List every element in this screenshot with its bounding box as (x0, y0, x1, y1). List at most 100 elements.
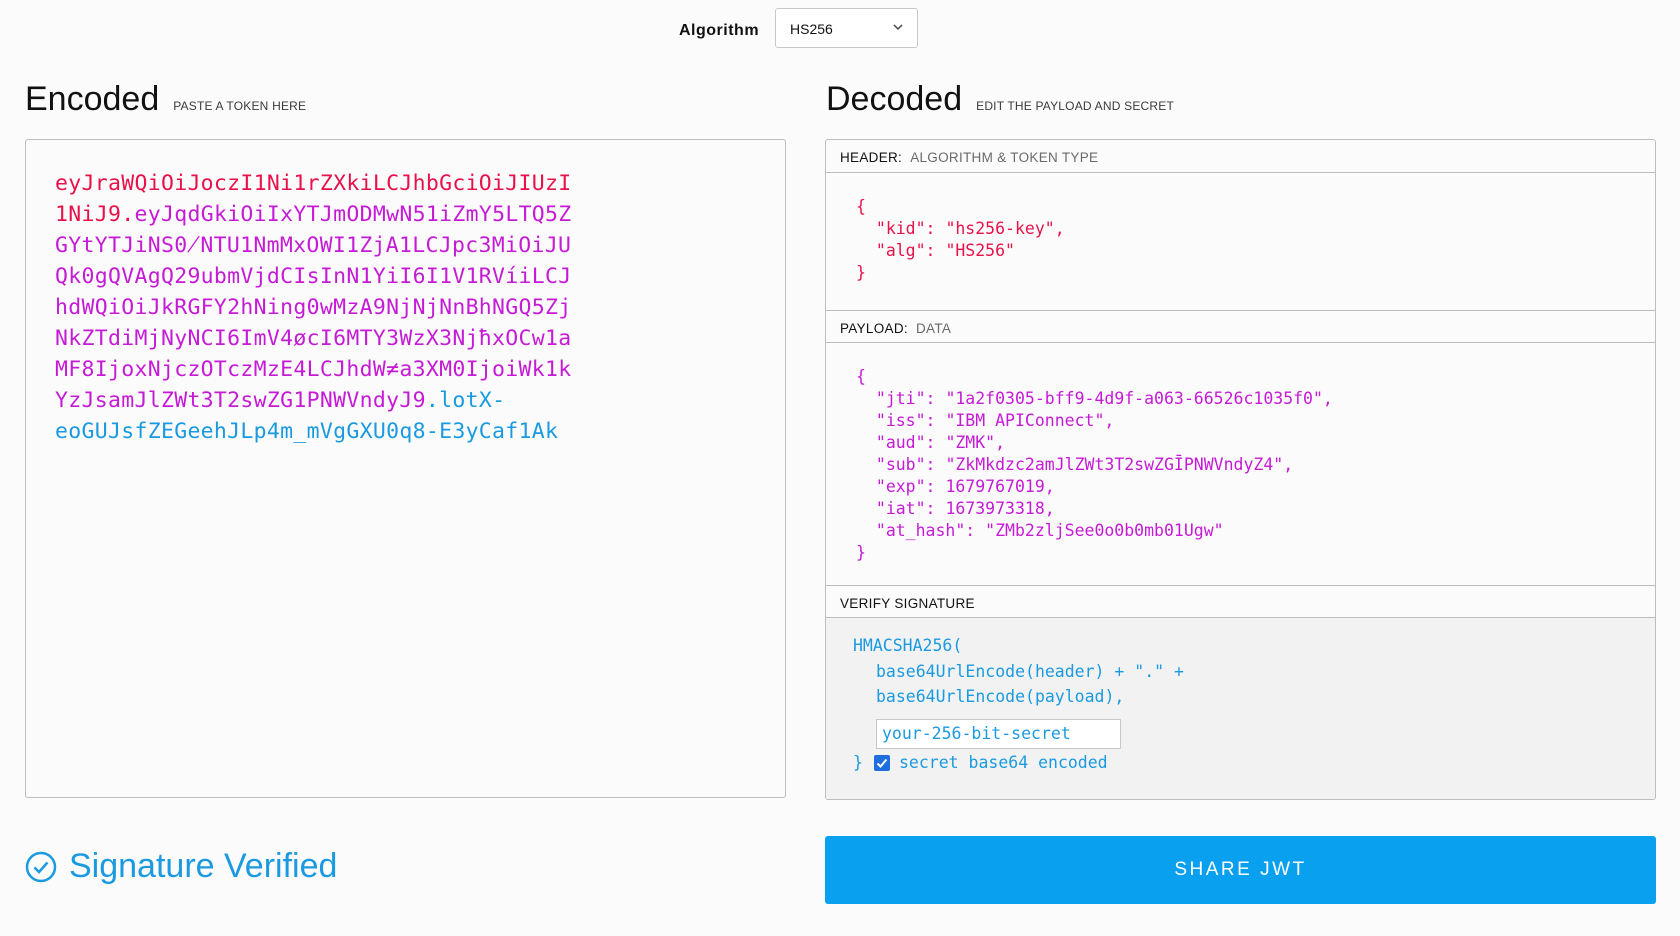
json-value: "ZMb2zljSee0o0b0mb01Ugw" (985, 521, 1224, 540)
json-key: sub (885, 455, 916, 474)
base64-encoded-label: secret base64 encoded (899, 753, 1108, 772)
decoded-panel: HEADER: ALGORITHM & TOKEN TYPE { "kid": … (825, 139, 1656, 800)
json-quote: " (856, 477, 886, 496)
json-colon: ": (915, 477, 946, 496)
encoded-token-text: eyJraWQiOiJoczI1Ni1rZXkiLCJhbGciOiJIUzI 1… (55, 168, 755, 447)
json-colon: ": (915, 499, 946, 518)
token-segment-sig: .lotX- (425, 388, 506, 413)
token-line: NkZTdiMjNyNCI6ImV4øcI6MTY3WzX3NjħxOCw1a (55, 323, 755, 354)
header-json-editor[interactable]: { "kid": "hs256-key", "alg": "HS256"} (856, 196, 1065, 284)
token-segment-payload: NkZTdiMjNyNCI6ImV4øcI6MTY3WzX3NjħxOCw1a (55, 326, 572, 351)
json-key: kid (885, 219, 916, 238)
json-colon: ": (915, 219, 946, 238)
token-segment-header: 1NiJ9 (55, 202, 122, 227)
encoded-token-input[interactable]: eyJraWQiOiJoczI1Ni1rZXkiLCJhbGciOiJIUzI 1… (25, 139, 786, 798)
json-value: 1679767019, (945, 477, 1055, 496)
token-segment-header: eyJraWQiOiJoczI1Ni1rZXkiLCJhbGciOiJIUzI (55, 171, 572, 196)
chevron-down-icon (893, 24, 903, 31)
signature-verified-text: Signature Verified (69, 847, 338, 885)
hmac-function-close: } (853, 753, 863, 772)
json-colon: ": (915, 389, 946, 408)
algorithm-row: Algorithm HS256 (0, 8, 1680, 56)
json-open-brace: { (856, 367, 866, 386)
json-field-row: "iat": 1673973318, (856, 498, 1333, 520)
json-key: at_hash (885, 521, 956, 540)
json-value: "ZMK", (945, 433, 1006, 452)
json-key: iss (885, 411, 916, 430)
encoded-heading: Encoded PASTE A TOKEN HERE (25, 80, 306, 119)
json-key: iat (885, 499, 916, 518)
decoded-heading: Decoded EDIT THE PAYLOAD AND SECRET (826, 80, 1174, 119)
json-field-row: "at_hash": "ZMb2zljSee0o0b0mb01Ugw" (856, 520, 1333, 542)
json-field-row: "jti": "1a2f0305-bff9-4d9f-a063-66526c10… (856, 388, 1333, 410)
verify-section-bar: VERIFY SIGNATURE (826, 585, 1655, 618)
verify-section-label: VERIFY SIGNATURE (840, 596, 975, 611)
header-section-bar: HEADER: ALGORITHM & TOKEN TYPE (826, 140, 1655, 173)
token-segment-payload: eyJqdGkiOiIxYTJmODMwN51iZmY5LTQ5Z (134, 202, 572, 227)
token-line: Qk0gQVAgQ29ubmVjdCIsInN1YiI6I1V1RVíiLCJ (55, 261, 755, 292)
json-value: "HS256" (945, 241, 1015, 260)
json-value: 1673973318, (945, 499, 1055, 518)
algorithm-label: Algorithm (679, 22, 760, 39)
json-colon: ": (915, 411, 946, 430)
json-quote: " (856, 521, 886, 540)
decoded-subtitle: EDIT THE PAYLOAD AND SECRET (976, 99, 1175, 113)
token-line: GYtYTJiNS0̸NTU1NmMxOWI1ZjA1LCJpc3MiOiJU (55, 230, 755, 261)
secret-input[interactable]: your-256-bit-secret (876, 719, 1121, 749)
json-quote: " (856, 433, 886, 452)
json-field-row: "kid": "hs256-key", (856, 218, 1065, 240)
json-field-row: "exp": 1679767019, (856, 476, 1333, 498)
token-line: hdWQiOiJkRGFY2hNing0wMzA9NjNjNnBhNGQ5Zj (55, 292, 755, 323)
token-segment-payload: hdWQiOiJkRGFY2hNing0wMzA9NjNjNnBhNGQ5Zj (55, 295, 572, 320)
hmac-header-line: base64UrlEncode(header) + "." + (876, 662, 1184, 681)
payload-json-editor[interactable]: { "jti": "1a2f0305-bff9-4d9f-a063-66526c… (856, 366, 1333, 564)
json-colon: ": (915, 433, 946, 452)
base64-encoded-checkbox[interactable] (874, 755, 890, 771)
json-value: "IBM APIConnect", (945, 411, 1115, 430)
verify-signature-area: HMACSHA256( base64UrlEncode(header) + ".… (826, 618, 1655, 799)
token-segment-payload: YzJsamJlZWt3T2swZG1PNWVndyJ9 (55, 388, 426, 413)
encoded-subtitle: PASTE A TOKEN HERE (173, 99, 307, 113)
json-key: exp (885, 477, 916, 496)
json-field-row: "iss": "IBM APIConnect", (856, 410, 1333, 432)
decoded-title: Decoded (826, 80, 963, 118)
header-section-label: HEADER: (840, 150, 903, 165)
payload-section-label: PAYLOAD: (840, 321, 908, 336)
hmac-payload-line: base64UrlEncode(payload), (876, 687, 1125, 706)
share-jwt-button[interactable]: SHARE JWT (825, 836, 1656, 904)
token-line: YzJsamJlZWt3T2swZG1PNWVndyJ9.lotX- (55, 385, 755, 416)
json-quote: " (856, 241, 886, 260)
json-close-brace: } (856, 543, 866, 562)
check-circle-icon (25, 851, 57, 883)
token-segment-payload: GYtYTJiNS0̸NTU1NmMxOWI1ZjA1LCJpc3MiOiJU (55, 233, 572, 258)
json-key: jti (885, 389, 916, 408)
json-quote: " (856, 411, 886, 430)
token-line: 1NiJ9.eyJqdGkiOiIxYTJmODMwN51iZmY5LTQ5Z (55, 199, 755, 230)
algorithm-select[interactable]: HS256 (775, 8, 918, 48)
token-segment-payload: Qk0gQVAgQ29ubmVjdCIsInN1YiI6I1V1RVíiLCJ (55, 264, 572, 289)
token-segment-payload: MF8IjoxNjczOTczMzE4LCJhdW≠a3XM0IjoiWk1k (55, 357, 572, 382)
json-colon: ": (955, 521, 986, 540)
checkmark-icon (876, 758, 888, 768)
header-section-sublabel: ALGORITHM & TOKEN TYPE (910, 150, 1099, 165)
json-close-brace: } (856, 263, 866, 282)
json-field-row: "alg": "HS256" (856, 240, 1065, 262)
json-quote: " (856, 499, 886, 518)
encoded-title: Encoded (25, 80, 160, 118)
json-key: aud (885, 433, 916, 452)
json-quote: " (856, 389, 886, 408)
json-quote: " (856, 219, 886, 238)
payload-section-sublabel: DATA (916, 321, 952, 336)
json-value: "hs256-key", (945, 219, 1065, 238)
algorithm-selected-value: HS256 (790, 21, 833, 37)
json-colon: ": (915, 455, 946, 474)
token-line: eoGUJsfZEGeehJLp4m_mVgGXU0q8-E3yCaf1Ak (55, 416, 755, 447)
json-value: "ZkMkdzc2amJlZWt3T2swZGĪPNWVndyZ4", (945, 455, 1294, 474)
hmac-function-open: HMACSHA256( (853, 636, 963, 655)
payload-section-bar: PAYLOAD: DATA (826, 310, 1655, 343)
json-field-row: "aud": "ZMK", (856, 432, 1333, 454)
json-colon: ": (915, 241, 946, 260)
json-quote: " (856, 455, 886, 474)
json-value: "1a2f0305-bff9-4d9f-a063-66526c1035f0", (945, 389, 1333, 408)
token-segment-sig: eoGUJsfZEGeehJLp4m_mVgGXU0q8-E3yCaf1Ak (55, 419, 559, 444)
